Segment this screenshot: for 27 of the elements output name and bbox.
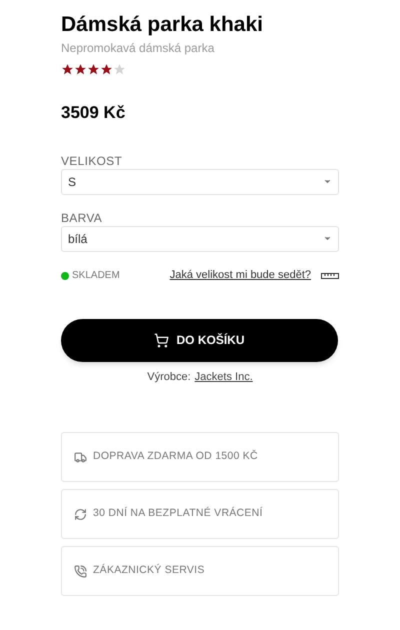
- manufacturer-label: Výrobce:: [147, 370, 191, 384]
- star-icon: [87, 63, 100, 76]
- ruler-icon: [321, 272, 339, 278]
- star-icon: [100, 63, 113, 76]
- option-label: VELIKOST: [61, 154, 124, 168]
- product-subtitle: Nepromokavá dámská parka: [61, 40, 216, 57]
- option-select[interactable]: S: [61, 168, 339, 194]
- option-label: BARVA: [61, 210, 104, 224]
- feature-text: DOPRAVA ZDARMA OD 1500 KČ: [93, 449, 258, 464]
- star-icon: [113, 63, 126, 76]
- stock-status: SKLADEM: [72, 269, 120, 283]
- star-icon: [61, 63, 74, 76]
- phone-icon: [74, 564, 87, 578]
- size-guide-link[interactable]: Jaká velikost mi bude sedět?: [170, 267, 311, 284]
- manufacturer-link[interactable]: Jackets Inc.: [194, 368, 253, 385]
- caret-icon: [323, 177, 332, 186]
- option-select[interactable]: bílá: [61, 226, 339, 252]
- add-to-cart-button[interactable]: DO KOŠÍKU: [61, 318, 338, 362]
- caret-icon: [323, 234, 332, 243]
- price: 3509 Kč: [61, 102, 126, 124]
- refresh-icon: [74, 508, 87, 520]
- cart-icon: [154, 332, 170, 348]
- product-title: Dámská parka khaki: [61, 12, 264, 38]
- feature-text: ZÁKAZNICKÝ SERVIS: [93, 563, 205, 578]
- feature-text: 30 DNÍ NA BEZPLATNÉ VRÁCENÍ: [93, 506, 263, 522]
- star-icon: [74, 63, 87, 76]
- truck-icon: [74, 450, 87, 464]
